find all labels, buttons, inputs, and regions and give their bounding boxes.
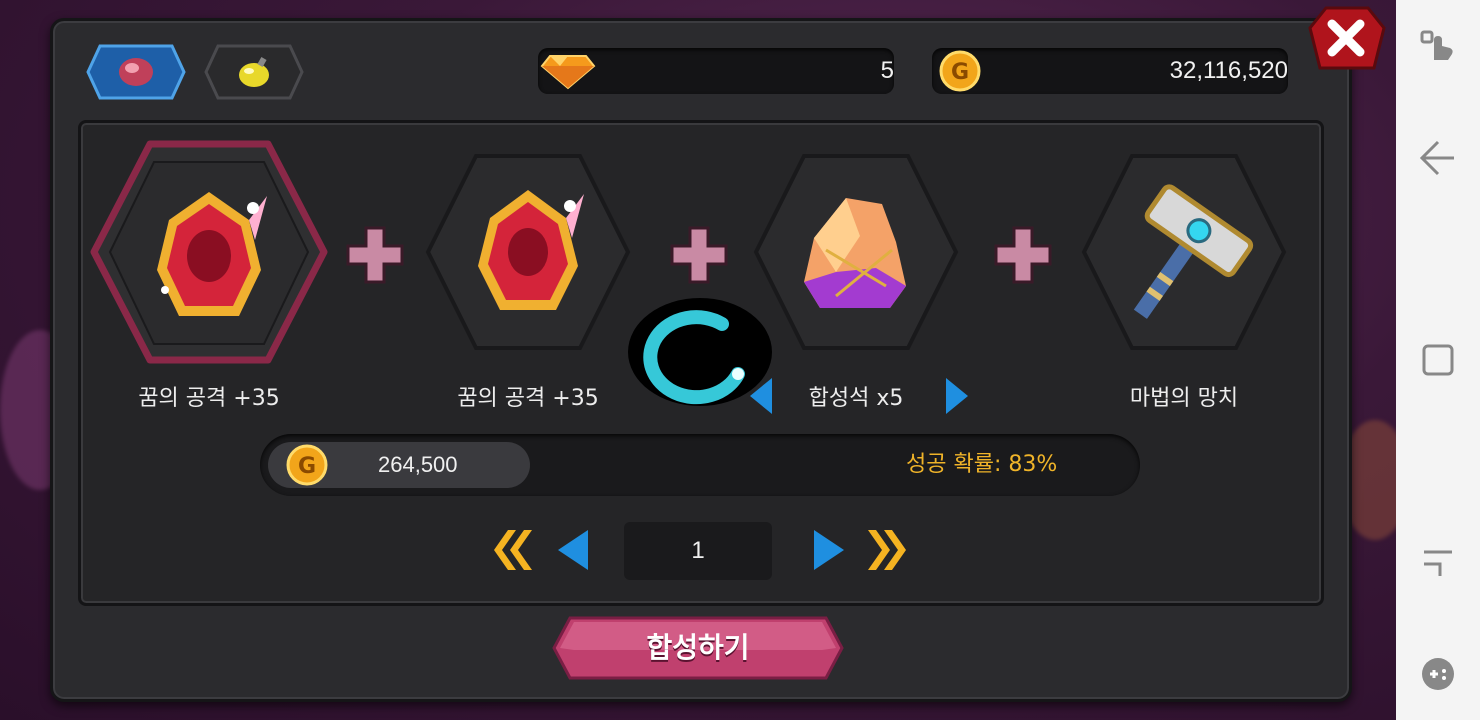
- plus-icon: [994, 226, 1052, 284]
- diamond-counter: 5: [538, 48, 894, 94]
- page-number: 1: [624, 522, 772, 580]
- item-slot-4[interactable]: [1080, 152, 1288, 352]
- item-slot-1[interactable]: [90, 140, 328, 364]
- first-page-button[interactable]: [488, 526, 532, 574]
- svg-text:G: G: [298, 454, 316, 479]
- next-page-button[interactable]: [806, 526, 850, 574]
- gold-count: 32,116,520: [1169, 57, 1288, 84]
- prev-page-button[interactable]: [552, 526, 596, 574]
- success-rate: 성공 확률: 83%: [906, 452, 1058, 477]
- item-label-3: 합성석 x5: [808, 386, 904, 411]
- plus-icon: [346, 226, 404, 284]
- game-tools-icon[interactable]: [1418, 654, 1458, 694]
- tab-bombs[interactable]: [204, 44, 304, 100]
- synthesize-button[interactable]: 합성하기: [552, 616, 844, 680]
- gold-coin-icon: G: [286, 444, 328, 486]
- touch-lock-icon[interactable]: [1418, 24, 1458, 64]
- ruby-gem-icon: [119, 58, 153, 86]
- item-slot-3[interactable]: [752, 152, 960, 352]
- system-navigation-bar: [1396, 0, 1480, 720]
- last-page-button[interactable]: [864, 526, 908, 574]
- plus-icon: [670, 226, 728, 284]
- close-icon: [1308, 6, 1386, 70]
- item-slot-2[interactable]: [424, 152, 632, 352]
- next-quantity-arrow[interactable]: [942, 376, 972, 416]
- svg-text:G: G: [951, 60, 969, 85]
- item-label-2: 꿈의 공격 +35: [457, 386, 599, 411]
- recent-apps-icon[interactable]: [1418, 542, 1458, 582]
- close-button[interactable]: [1308, 6, 1386, 72]
- home-icon[interactable]: [1418, 340, 1458, 380]
- back-icon[interactable]: [1418, 138, 1458, 178]
- diamond-icon: [540, 55, 596, 90]
- gold-coin-icon: G: [939, 50, 981, 92]
- gold-counter: G 32,116,520: [932, 48, 1288, 94]
- tab-gems[interactable]: [86, 44, 186, 100]
- item-label-1: 꿈의 공격 +35: [138, 386, 280, 411]
- synthesis-cost: 264,500: [378, 452, 458, 477]
- item-label-4: 마법의 망치: [1129, 386, 1239, 411]
- diamond-count: 5: [880, 57, 894, 84]
- loading-spinner: [628, 298, 772, 406]
